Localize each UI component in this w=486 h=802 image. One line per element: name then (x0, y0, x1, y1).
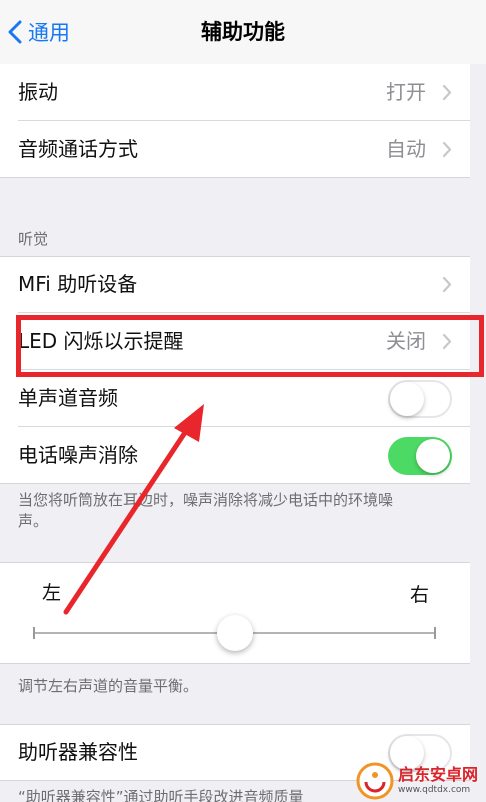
call-audio-value: 自动 (386, 137, 426, 161)
watermark-subtitle: www.qdtdx.com (398, 785, 471, 795)
group-border (0, 663, 470, 664)
slider-tick-right (434, 627, 436, 639)
call-audio-routing-row[interactable]: 音频通话方式 自动 (0, 121, 470, 178)
group-border (0, 562, 470, 563)
vibration-row[interactable]: 振动 打开 (0, 64, 470, 121)
mfi-hearing-devices-row[interactable]: MFi 助听设备 (0, 256, 470, 313)
chevron-right-icon (442, 141, 452, 158)
chevron-right-icon (442, 84, 452, 101)
watermark: 启东安卓网 www.qdtdx.com (356, 760, 486, 802)
toggle-knob (416, 439, 450, 473)
call-audio-label: 音频通话方式 (18, 137, 138, 161)
slider-tick-left (33, 627, 35, 639)
toggle-knob (390, 382, 424, 416)
chevron-left-icon (8, 20, 22, 44)
vibration-label: 振动 (18, 80, 58, 104)
mono-audio-toggle[interactable] (388, 380, 452, 418)
back-button[interactable]: 通用 (8, 14, 70, 50)
noise-cancellation-row: 电话噪声消除 (0, 427, 470, 484)
mono-audio-row: 单声道音频 (0, 370, 470, 427)
watermark-title: 启东安卓网 (398, 765, 479, 784)
group-border (0, 177, 470, 178)
chevron-right-icon (442, 276, 452, 293)
back-label: 通用 (28, 21, 70, 45)
watermark-logo-icon (356, 762, 394, 800)
group-border (0, 483, 470, 484)
balance-footer: 调节左右声道的音量平衡。 (18, 677, 199, 695)
noise-cancel-label: 电话噪声消除 (18, 443, 138, 467)
noise-cancel-toggle[interactable] (388, 437, 452, 475)
balance-left-label: 左 (42, 582, 62, 604)
settings-group-interaction: 振动 打开 音频通话方式 自动 (0, 64, 470, 178)
hearing-section-header: 听觉 (18, 230, 49, 248)
mfi-label: MFi 助听设备 (18, 272, 138, 296)
balance-right-label: 右 (410, 584, 430, 606)
highlight-box (16, 315, 484, 377)
page-title: 辅助功能 (201, 20, 285, 44)
hearing-aid-label: 助听器兼容性 (18, 740, 138, 764)
vibration-value: 打开 (386, 80, 426, 104)
hearing-aid-footer: “助听器兼容性”通过助听手段改进音频质量 (18, 788, 304, 802)
mono-audio-label: 单声道音频 (18, 386, 118, 410)
navigation-bar: 辅助功能 通用 (0, 0, 486, 64)
balance-slider-thumb[interactable] (217, 615, 253, 651)
noise-cancel-footer: 当您将听筒放在耳边时，噪声消除将减少电话中的环境噪声。 (18, 491, 394, 530)
